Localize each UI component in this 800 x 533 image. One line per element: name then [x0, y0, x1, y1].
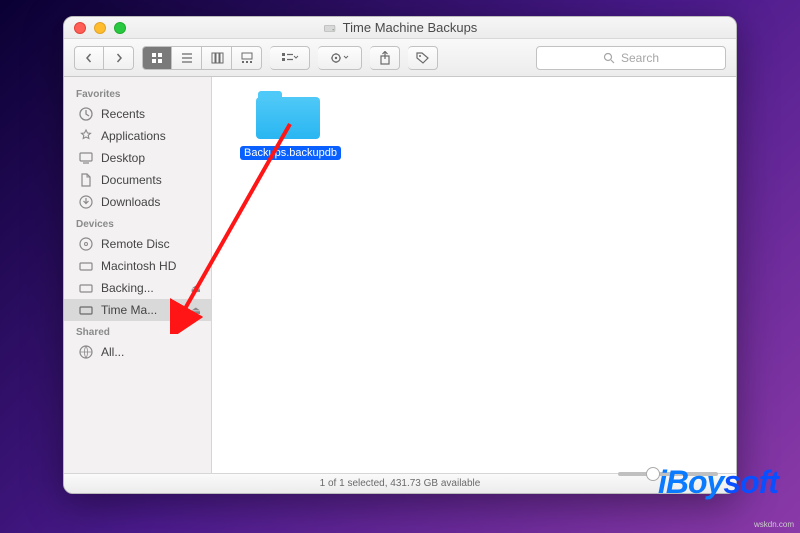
sidebar-item-backing[interactable]: Backing... ⏏	[64, 277, 211, 299]
minimize-button[interactable]	[94, 22, 106, 34]
credit-text: wskdn.com	[754, 520, 794, 529]
sidebar-item-applications[interactable]: Applications	[64, 125, 211, 147]
traffic-lights	[74, 22, 126, 34]
app-icon	[78, 128, 94, 144]
download-icon	[78, 194, 94, 210]
sidebar-item-label: Applications	[101, 129, 166, 143]
sidebar-heading-favorites: Favorites	[64, 83, 211, 103]
folder-icon	[256, 87, 320, 139]
view-buttons	[142, 46, 262, 70]
toolbar: Search	[64, 39, 736, 77]
sidebar-item-documents[interactable]: Documents	[64, 169, 211, 191]
folder-item[interactable]: Backups.backupdb	[240, 87, 336, 161]
sidebar: Favorites Recents Applications Desktop D…	[64, 77, 212, 473]
nav-buttons	[74, 46, 134, 70]
sidebar-item-desktop[interactable]: Desktop	[64, 147, 211, 169]
sidebar-item-recents[interactable]: Recents	[64, 103, 211, 125]
sidebar-heading-shared: Shared	[64, 321, 211, 341]
sidebar-item-label: Time Ma...	[101, 303, 157, 317]
status-text: 1 of 1 selected, 431.73 GB available	[320, 478, 481, 489]
search-field[interactable]: Search	[536, 46, 726, 70]
icon-view-button[interactable]	[142, 46, 172, 70]
tags-button-group	[408, 46, 438, 70]
window-title-text: Time Machine Backups	[343, 20, 478, 35]
sidebar-item-label: Documents	[101, 173, 162, 187]
share-button-group	[370, 46, 400, 70]
eject-icon[interactable]: ⏏	[191, 304, 201, 317]
tags-button[interactable]	[408, 46, 438, 70]
sidebar-item-downloads[interactable]: Downloads	[64, 191, 211, 213]
sidebar-item-label: Recents	[101, 107, 145, 121]
sidebar-item-time-machine[interactable]: Time Ma... ⏏	[64, 299, 211, 321]
desktop-icon	[78, 150, 94, 166]
status-bar: 1 of 1 selected, 431.73 GB available	[64, 473, 736, 493]
column-view-button[interactable]	[202, 46, 232, 70]
zoom-button[interactable]	[114, 22, 126, 34]
sidebar-item-macintosh-hd[interactable]: Macintosh HD	[64, 255, 211, 277]
back-button[interactable]	[74, 46, 104, 70]
group-button[interactable]	[270, 46, 310, 70]
list-view-button[interactable]	[172, 46, 202, 70]
sidebar-item-label: Desktop	[101, 151, 145, 165]
share-button[interactable]	[370, 46, 400, 70]
finder-window: Time Machine Backups Search	[63, 16, 737, 494]
gallery-view-button[interactable]	[232, 46, 262, 70]
sidebar-heading-devices: Devices	[64, 213, 211, 233]
drive-icon	[323, 21, 337, 35]
doc-icon	[78, 172, 94, 188]
sidebar-item-label: Macintosh HD	[101, 259, 176, 273]
close-button[interactable]	[74, 22, 86, 34]
globe-icon	[78, 344, 94, 360]
eject-icon[interactable]: ⏏	[191, 282, 201, 295]
sidebar-item-remote-disc[interactable]: Remote Disc	[64, 233, 211, 255]
disc-icon	[78, 236, 94, 252]
drive-icon	[78, 258, 94, 274]
drive-icon	[78, 280, 94, 296]
drive-icon	[78, 302, 94, 318]
sidebar-item-label: Backing...	[101, 281, 154, 295]
search-placeholder: Search	[621, 51, 659, 65]
titlebar[interactable]: Time Machine Backups	[64, 17, 736, 39]
forward-button[interactable]	[104, 46, 134, 70]
folder-label: Backups.backupdb	[240, 146, 341, 160]
group-button-group	[270, 46, 310, 70]
window-title: Time Machine Backups	[323, 20, 478, 35]
action-button[interactable]	[318, 46, 362, 70]
watermark-logo: iBoysoft	[658, 464, 778, 501]
sidebar-item-label: All...	[101, 345, 124, 359]
sidebar-item-all[interactable]: All...	[64, 341, 211, 363]
sidebar-item-label: Downloads	[101, 195, 160, 209]
action-button-group	[318, 46, 362, 70]
clock-icon	[78, 106, 94, 122]
content-area[interactable]: Backups.backupdb	[212, 77, 736, 473]
sidebar-item-label: Remote Disc	[101, 237, 170, 251]
search-icon	[603, 52, 615, 64]
